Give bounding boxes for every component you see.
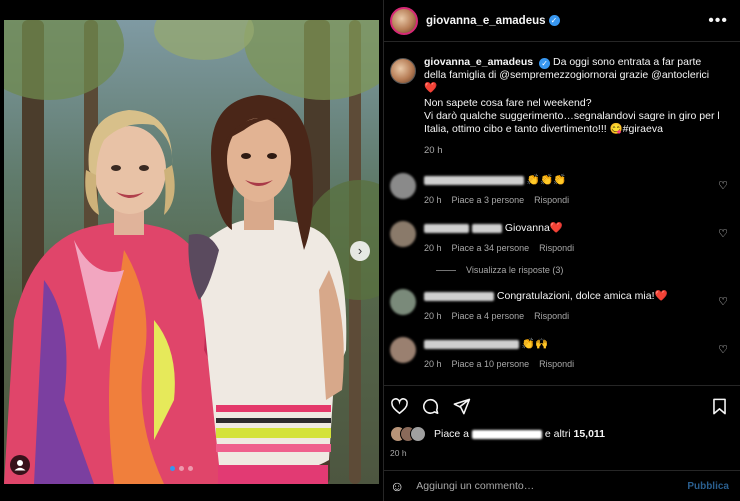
comment-time: 20 h [424, 359, 442, 369]
verified-icon: ✓ [539, 58, 551, 69]
comment-item: 👏👏👏 20 h Piace a 3 persone Rispondi ♡ [390, 173, 728, 207]
post-timestamp: 20 h [390, 448, 407, 458]
caption-text-3: Vi darò qualche suggerimento…segnalandov… [424, 110, 720, 135]
avatar[interactable] [390, 289, 416, 315]
view-replies-button[interactable]: Visualizza le risposte (3) [436, 265, 728, 275]
reply-button[interactable]: Rispondi [539, 357, 574, 371]
woman-right [188, 95, 347, 484]
publish-button[interactable]: Pubblica [687, 481, 729, 492]
comments-list: 👏👏👏 20 h Piace a 3 persone Rispondi ♡ Gi… [384, 173, 740, 371]
comment-time: 20 h [424, 243, 442, 253]
post-side-panel: giovanna_e_amadeus ✓ ••• giovanna_e_amad… [383, 0, 740, 501]
view-replies-label: Visualizza le risposte (3) [466, 265, 564, 275]
comment-like-icon[interactable]: ♡ [718, 227, 728, 240]
comment-likes[interactable]: Piace a 3 persone [452, 193, 525, 207]
comment-time: 20 h [424, 311, 442, 321]
likes-suffix: e altri [544, 428, 571, 440]
comment-time: 20 h [424, 195, 442, 205]
likes-prefix: Piace a [434, 428, 470, 440]
post-username[interactable]: giovanna_e_amadeus [426, 15, 546, 27]
redacted-username [424, 291, 494, 301]
redacted-username [424, 223, 469, 233]
emoji-icon[interactable]: ☺ [390, 478, 404, 494]
post-image[interactable]: › [0, 0, 383, 501]
liker-avatars [390, 426, 426, 442]
likes-summary[interactable]: Piace a e altri 15,011 [390, 426, 729, 442]
reply-button[interactable]: Rispondi [534, 309, 569, 323]
carousel-dot [188, 466, 193, 471]
comment-text: 👏👏👏 [526, 174, 567, 186]
avatar[interactable] [390, 6, 418, 35]
reply-button[interactable]: Rispondi [534, 193, 569, 207]
heart-icon[interactable] [390, 397, 409, 416]
comment-text: Giovanna❤️ [504, 222, 563, 234]
comment-icon[interactable] [421, 397, 440, 416]
post-caption: giovanna_e_amadeus ✓ Da oggi sono entrat… [384, 42, 740, 157]
replies-divider [436, 269, 456, 271]
comment-likes[interactable]: Piace a 10 persone [452, 357, 530, 371]
share-icon[interactable] [452, 397, 471, 416]
redacted-username [424, 175, 524, 185]
next-slide-button[interactable]: › [350, 241, 370, 261]
comment-like-icon[interactable]: ♡ [718, 343, 728, 356]
next-slide-icon: › [357, 243, 363, 258]
redacted-username [424, 339, 519, 349]
user-tag-button[interactable] [10, 455, 30, 475]
comment-item: 👏🙌 20 h Piace a 10 persone Rispondi ♡ [390, 337, 728, 371]
more-options-button[interactable]: ••• [708, 12, 728, 30]
user-tag-icon [14, 460, 26, 471]
comment-likes[interactable]: Piace a 4 persone [452, 309, 525, 323]
redacted-liker [471, 429, 542, 439]
avatar[interactable] [390, 58, 416, 84]
caption-text-2: Non sapete cosa fare nel weekend? [424, 97, 592, 109]
comment-item: Giovanna❤️ 20 h Piace a 34 persone Rispo… [390, 221, 728, 255]
reply-button[interactable]: Rispondi [539, 241, 574, 255]
post-actions: Piace a e altri 15,011 20 h [384, 385, 740, 458]
carousel-indicator [170, 466, 193, 471]
carousel-dot [179, 466, 184, 471]
comment-input[interactable]: Aggiungi un commento… [416, 480, 534, 492]
redacted-mention [471, 223, 502, 233]
post-photo-scene [4, 20, 379, 484]
comment-likes[interactable]: Piace a 34 persone [452, 241, 530, 255]
comment-like-icon[interactable]: ♡ [718, 179, 728, 192]
comment-text: Congratulazioni, dolce amica mia!❤️ [496, 290, 668, 302]
caption-username[interactable]: giovanna_e_amadeus [424, 56, 533, 68]
verified-icon: ✓ [548, 15, 560, 26]
avatar[interactable] [390, 173, 416, 199]
carousel-dot [170, 466, 175, 471]
add-comment-bar: ☺ Aggiungi un commento… Pubblica [384, 470, 740, 501]
comment-like-icon[interactable]: ♡ [718, 295, 728, 308]
avatar[interactable] [390, 337, 416, 363]
comment-text: 👏🙌 [521, 338, 549, 350]
caption-timestamp: 20 h [424, 145, 443, 156]
post-header: giovanna_e_amadeus ✓ ••• [384, 0, 740, 42]
likes-count: 15,011 [573, 428, 606, 440]
avatar[interactable] [390, 221, 416, 247]
comment-item: Congratulazioni, dolce amica mia!❤️ 20 h… [390, 289, 728, 323]
bookmark-icon[interactable] [710, 397, 729, 416]
